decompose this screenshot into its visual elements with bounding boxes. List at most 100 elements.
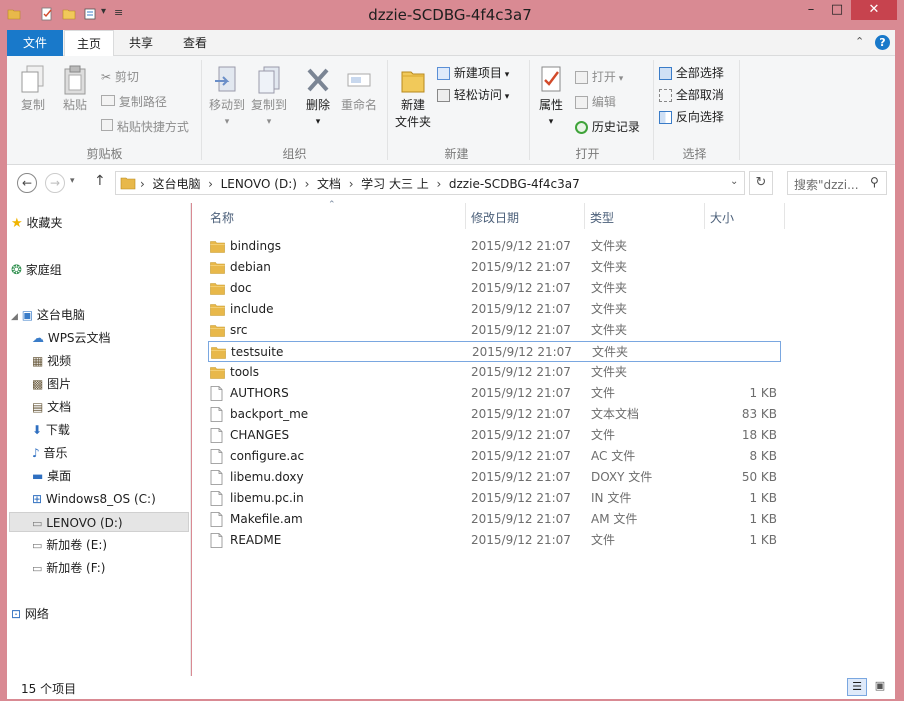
- column-divider[interactable]: [704, 203, 705, 229]
- file-type: 文件夹: [591, 281, 628, 295]
- open-button[interactable]: 打开 ▾: [575, 68, 623, 85]
- nav-item-desktop[interactable]: ▬ 桌面: [32, 466, 187, 486]
- folder-row[interactable]: bindings 2015/9/12 21:07 文件夹: [208, 236, 781, 257]
- nav-item-drive-c[interactable]: ⊞ Windows8_OS (C:): [32, 489, 187, 509]
- copy-to-button[interactable]: 复制到 ▾: [249, 64, 289, 127]
- edit-button[interactable]: 编辑: [575, 93, 616, 110]
- nav-item-network[interactable]: ⊡ 网络: [11, 604, 187, 624]
- nav-item-drive-f[interactable]: ▭ 新加卷 (F:): [32, 558, 187, 578]
- breadcrumb-this-pc[interactable]: 这台电脑: [152, 177, 200, 191]
- folder-row[interactable]: debian 2015/9/12 21:07 文件夹: [208, 257, 781, 278]
- move-to-button[interactable]: 移动到 ▾: [207, 64, 247, 127]
- close-button[interactable]: ✕: [851, 0, 897, 20]
- cut-button[interactable]: ✂ 剪切: [101, 68, 139, 85]
- properties-quick-icon[interactable]: [40, 7, 54, 21]
- quick-access-menu-icon[interactable]: ≡: [114, 6, 123, 19]
- help-icon[interactable]: ?: [875, 35, 890, 50]
- thumbnail-view-icon[interactable]: ▣: [870, 678, 890, 696]
- folder-icon: [120, 177, 136, 190]
- folder-row[interactable]: src 2015/9/12 21:07 文件夹: [208, 320, 781, 341]
- invert-selection-button[interactable]: 反向选择: [659, 108, 724, 125]
- easy-access-button[interactable]: 轻松访问 ▾: [437, 86, 509, 103]
- collapse-arrow-icon[interactable]: ◢: [11, 312, 18, 322]
- nav-item-drive-e[interactable]: ▭ 新加卷 (E:): [32, 535, 187, 555]
- folder-row[interactable]: tools 2015/9/12 21:07 文件夹: [208, 362, 781, 383]
- nav-item-homegroup[interactable]: ❂ 家庭组: [11, 260, 187, 280]
- paste-shortcut-button[interactable]: 粘贴快捷方式: [101, 118, 189, 135]
- nav-item-documents[interactable]: ▤ 文档: [32, 397, 187, 417]
- nav-item-music[interactable]: ♪ 音乐: [32, 443, 187, 463]
- column-header-type[interactable]: 类型: [590, 207, 614, 229]
- file-name: libemu.pc.in: [230, 491, 304, 505]
- address-dropdown-icon[interactable]: ⌄: [730, 176, 738, 187]
- file-date: 2015/9/12 21:07: [471, 470, 571, 484]
- nav-item-drive-d[interactable]: ▭ LENOVO (D:): [9, 512, 189, 532]
- search-icon[interactable]: ⚲: [870, 175, 879, 189]
- file-row[interactable]: configure.ac 2015/9/12 21:07 AC 文件 8 KB: [208, 446, 781, 467]
- folder-row[interactable]: doc 2015/9/12 21:07 文件夹: [208, 278, 781, 299]
- paste-button[interactable]: 粘贴: [57, 64, 93, 113]
- breadcrumb-documents[interactable]: 文档: [317, 177, 341, 191]
- up-arrow-icon[interactable]: ↑: [94, 173, 106, 189]
- breadcrumb-lenovo-d[interactable]: LENOVO (D:): [221, 177, 297, 191]
- file-row[interactable]: backport_me 2015/9/12 21:07 文本文档 83 KB: [208, 404, 781, 425]
- nav-item-downloads[interactable]: ⬇ 下载: [32, 420, 187, 440]
- tab-home[interactable]: 主页: [64, 30, 114, 57]
- forward-arrow-icon[interactable]: →: [45, 173, 65, 193]
- refresh-icon[interactable]: ↻: [749, 171, 773, 195]
- column-divider[interactable]: [465, 203, 466, 229]
- quick-access-dropdown-icon[interactable]: ▾: [101, 6, 106, 17]
- breadcrumb-current-folder[interactable]: dzzie-SCDBG-4f4c3a7: [449, 177, 580, 191]
- file-row[interactable]: libemu.doxy 2015/9/12 21:07 DOXY 文件 50 KB: [208, 467, 781, 488]
- file-row[interactable]: CHANGES 2015/9/12 21:07 文件 18 KB: [208, 425, 781, 446]
- ribbon-divider: [201, 60, 202, 160]
- column-header-size[interactable]: 大小: [710, 207, 734, 229]
- column-header-name[interactable]: 名称: [210, 207, 234, 229]
- column-divider[interactable]: [584, 203, 585, 229]
- delete-button[interactable]: 删除 ▾: [303, 64, 333, 127]
- file-row[interactable]: AUTHORS 2015/9/12 21:07 文件 1 KB: [208, 383, 781, 404]
- column-header-date[interactable]: 修改日期: [471, 207, 519, 229]
- properties-button[interactable]: 属性 ▾: [533, 64, 569, 127]
- history-button[interactable]: 历史记录: [575, 118, 640, 135]
- tab-share[interactable]: 共享: [117, 30, 165, 56]
- file-row[interactable]: README 2015/9/12 21:07 文件 1 KB: [208, 530, 781, 551]
- select-none-button[interactable]: 全部取消: [659, 86, 724, 103]
- file-name: AUTHORS: [230, 386, 289, 400]
- ribbon-collapse-icon[interactable]: ⌃: [855, 35, 864, 48]
- tab-file[interactable]: 文件: [7, 30, 63, 56]
- tab-view[interactable]: 查看: [169, 30, 221, 56]
- nav-item-favorites[interactable]: ★ 收藏夹: [11, 213, 187, 233]
- nav-item-this-pc[interactable]: ◢ ▣ 这台电脑: [11, 305, 187, 325]
- maximize-button[interactable]: □: [824, 0, 850, 20]
- folder-row[interactable]: testsuite 2015/9/12 21:07 文件夹: [208, 341, 781, 362]
- new-folder-quick-icon[interactable]: [62, 7, 76, 21]
- details-view-icon[interactable]: ☰: [847, 678, 867, 696]
- recent-locations-icon[interactable]: ▾: [70, 176, 75, 186]
- clipboard-icon: [64, 65, 86, 95]
- minimize-button[interactable]: –: [798, 0, 824, 20]
- nav-item-videos[interactable]: ▦ 视频: [32, 351, 187, 371]
- customize-quick-icon[interactable]: [84, 7, 98, 21]
- rename-button[interactable]: 重命名: [339, 64, 379, 113]
- select-all-button[interactable]: 全部选择: [659, 64, 724, 81]
- address-bar[interactable]: › 这台电脑 › LENOVO (D:) › 文档 › 学习 大三 上 › dz…: [115, 171, 745, 195]
- title-bar: ▾ ≡ dzzie-SCDBG-4f4c3a7 – □ ✕: [0, 0, 904, 30]
- nav-item-pictures[interactable]: ▩ 图片: [32, 374, 187, 394]
- column-divider[interactable]: [784, 203, 785, 229]
- copy-path-button[interactable]: 复制路径: [101, 93, 167, 110]
- folder-icon: [210, 325, 225, 337]
- new-item-button[interactable]: 新建项目 ▾: [437, 64, 509, 81]
- folder-row[interactable]: include 2015/9/12 21:07 文件夹: [208, 299, 781, 320]
- nav-item-wps-cloud[interactable]: ☁ WPS云文档: [32, 328, 187, 348]
- windows-drive-icon: ⊞: [32, 492, 43, 506]
- new-folder-button[interactable]: 新建 文件夹: [393, 64, 433, 130]
- breadcrumb-study[interactable]: 学习 大三 上: [361, 177, 429, 191]
- back-arrow-icon[interactable]: ←: [17, 173, 37, 193]
- file-icon: [210, 533, 223, 548]
- copy-button[interactable]: 复制: [15, 64, 51, 113]
- file-icon: [210, 449, 223, 464]
- file-row[interactable]: libemu.pc.in 2015/9/12 21:07 IN 文件 1 KB: [208, 488, 781, 509]
- file-row[interactable]: Makefile.am 2015/9/12 21:07 AM 文件 1 KB: [208, 509, 781, 530]
- search-input[interactable]: 搜索"dzzi... ⚲: [787, 171, 887, 195]
